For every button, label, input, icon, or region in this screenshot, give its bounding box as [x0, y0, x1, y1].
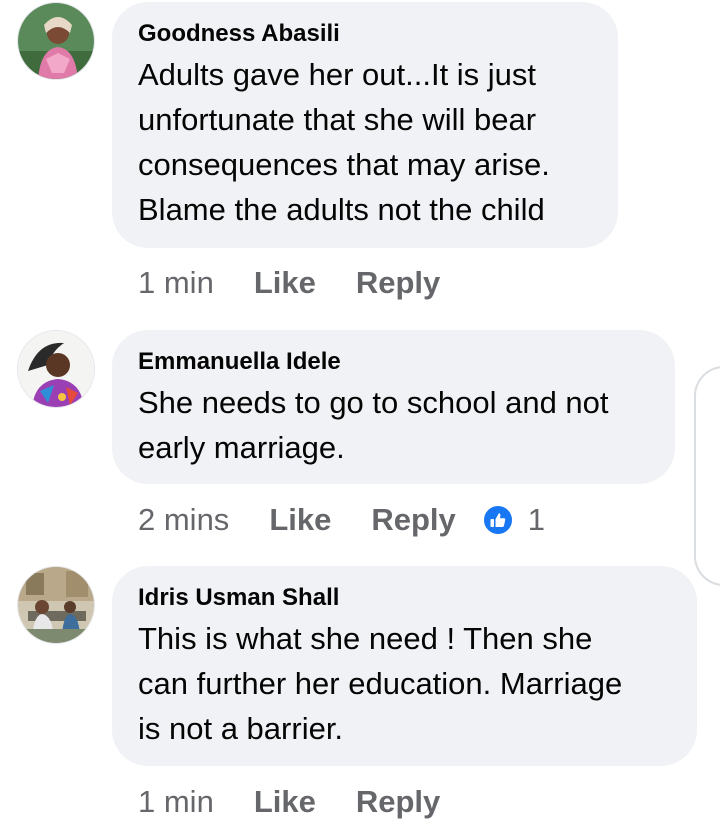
reply-button[interactable]: Reply: [371, 502, 455, 538]
comment-text-line: can further her education. Marriage: [138, 666, 623, 701]
comment-bubble: Emmanuella Idele She needs to go to scho…: [112, 330, 675, 484]
comment-timestamp[interactable]: 1 min: [138, 784, 214, 820]
comment-timestamp[interactable]: 1 min: [138, 265, 214, 301]
like-button[interactable]: Like: [269, 502, 331, 538]
like-button[interactable]: Like: [254, 265, 316, 301]
comment-bubble: Goodness Abasili Adults gave her out...I…: [112, 2, 618, 248]
side-panel-edge: [694, 366, 720, 586]
comment-text-line: unfortunate that she will bear: [138, 102, 537, 137]
avatar[interactable]: [17, 566, 95, 644]
comment-actions: 1 min Like Reply: [138, 263, 466, 303]
avatar[interactable]: [17, 330, 95, 408]
comment-actions: 2 mins Like Reply 1: [138, 500, 545, 540]
comment-text-line: early marriage.: [138, 430, 345, 465]
avatar[interactable]: [17, 2, 95, 80]
comment-bubble: Idris Usman Shall This is what she need …: [112, 566, 697, 766]
comment-text-line: Blame the adults not the child: [138, 192, 545, 227]
comment-actions: 1 min Like Reply: [138, 782, 466, 822]
reaction-count[interactable]: 1: [528, 502, 545, 538]
comment-text-line: is not a barrier.: [138, 711, 344, 746]
comment-text: Adults gave her out...It is just unfortu…: [138, 52, 592, 232]
comment-author[interactable]: Idris Usman Shall: [138, 584, 671, 612]
reply-button[interactable]: Reply: [356, 265, 440, 301]
comment-text: She needs to go to school and not early …: [138, 380, 649, 470]
thumbs-up-icon[interactable]: [481, 504, 514, 536]
comment-author[interactable]: Goodness Abasili: [138, 20, 592, 48]
comment-text-line: This is what she need ! Then she: [138, 621, 593, 656]
comment-timestamp[interactable]: 2 mins: [138, 502, 229, 538]
comment-text: This is what she need ! Then she can fur…: [138, 616, 671, 751]
comment-text-line: Adults gave her out...It is just: [138, 57, 537, 92]
reply-button[interactable]: Reply: [356, 784, 440, 820]
like-button[interactable]: Like: [254, 784, 316, 820]
comment-author[interactable]: Emmanuella Idele: [138, 348, 649, 376]
comment-text-line: She needs to go to school and not: [138, 385, 609, 420]
comment-text-line: consequences that may arise.: [138, 147, 550, 182]
